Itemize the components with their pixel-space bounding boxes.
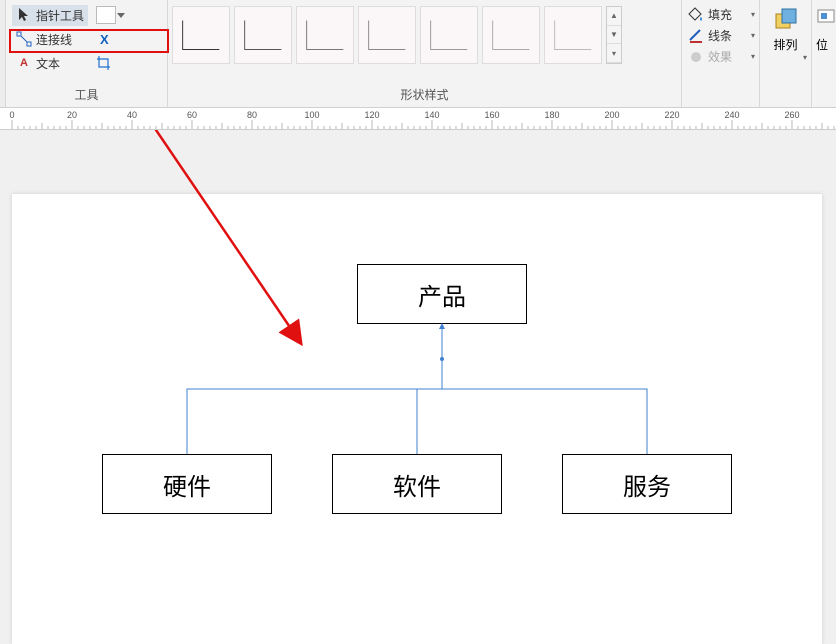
style-thumb[interactable] <box>234 6 292 64</box>
svg-text:60: 60 <box>187 110 197 120</box>
horizontal-ruler: 0 20 40 60 80 100 120 140 160 180 200 220 240 260 <box>0 108 836 130</box>
tools-group-label: 工具 <box>12 86 161 107</box>
text-icon: A <box>16 55 32 71</box>
styles-group-label: 形状样式 <box>172 86 677 107</box>
scroll-down-icon[interactable]: ▼ <box>607 26 621 45</box>
diagram-root-label: 产品 <box>418 277 466 312</box>
svg-text:140: 140 <box>424 110 439 120</box>
position-icon[interactable] <box>816 6 836 34</box>
style-thumb[interactable] <box>296 6 354 64</box>
format-group: 填充 ▾ 线条 ▾ 效果 ▾ <box>682 0 760 107</box>
style-thumb[interactable] <box>172 6 230 64</box>
line-icon <box>688 28 704 44</box>
line-button[interactable]: 线条 ▾ <box>688 27 755 44</box>
diagram-child-label: 软件 <box>393 467 441 502</box>
svg-text:20: 20 <box>67 110 77 120</box>
connector-tool-label: 连接线 <box>36 31 72 48</box>
svg-text:260: 260 <box>784 110 799 120</box>
scroll-up-icon[interactable]: ▲ <box>607 7 621 26</box>
chevron-down-icon: ▾ <box>803 53 807 62</box>
shape-fill-dropdown[interactable] <box>96 6 116 24</box>
svg-text:180: 180 <box>544 110 559 120</box>
arrange-label: 排列 <box>773 36 797 53</box>
svg-text:240: 240 <box>724 110 739 120</box>
arrange-icon[interactable] <box>772 6 800 34</box>
diagram: 产品 硬件 软件 服务 <box>12 194 822 644</box>
pointer-icon <box>16 7 32 23</box>
svg-text:220: 220 <box>664 110 679 120</box>
svg-text:80: 80 <box>247 110 257 120</box>
svg-text:40: 40 <box>127 110 137 120</box>
shape-styles-group: ▲ ▼ ▾ 形状样式 <box>168 0 682 107</box>
diagram-root-box[interactable]: 产品 <box>357 264 527 324</box>
effect-icon <box>688 49 704 65</box>
style-thumb[interactable] <box>420 6 478 64</box>
position-label: 位 <box>816 36 832 53</box>
connector-tool-button[interactable]: 连接线 <box>12 29 76 50</box>
diagram-child-label: 硬件 <box>163 467 211 502</box>
delete-x-icon[interactable]: X <box>100 32 109 47</box>
fill-button[interactable]: 填充 ▾ <box>688 6 755 23</box>
svg-text:160: 160 <box>484 110 499 120</box>
tools-group: 指针工具 连接线 X A 文本 工具 <box>6 0 168 107</box>
svg-text:120: 120 <box>364 110 379 120</box>
diagram-child-label: 服务 <box>623 467 671 502</box>
chevron-down-icon: ▾ <box>751 52 755 61</box>
connector-lines <box>12 194 822 644</box>
diagram-child-box[interactable]: 服务 <box>562 454 732 514</box>
text-tool-label: 文本 <box>36 55 60 72</box>
svg-text:200: 200 <box>604 110 619 120</box>
svg-text:100: 100 <box>304 110 319 120</box>
chevron-down-icon: ▾ <box>751 10 755 19</box>
fill-icon <box>688 7 704 23</box>
line-label: 线条 <box>708 27 732 44</box>
effect-button: 效果 ▾ <box>688 48 755 65</box>
pointer-tool-button[interactable]: 指针工具 <box>12 5 88 26</box>
pointer-tool-label: 指针工具 <box>36 7 84 24</box>
arrange-group: 排列 ▾ <box>760 0 812 107</box>
effect-label: 效果 <box>708 48 732 65</box>
canvas-area[interactable]: 产品 硬件 软件 服务 <box>0 130 836 644</box>
diagram-child-box[interactable]: 硬件 <box>102 454 272 514</box>
ribbon: 指针工具 连接线 X A 文本 工具 <box>0 0 836 108</box>
fill-label: 填充 <box>708 6 732 23</box>
text-tool-button[interactable]: A 文本 <box>12 53 64 74</box>
gallery-scroll[interactable]: ▲ ▼ ▾ <box>606 6 622 64</box>
chevron-down-icon: ▾ <box>751 31 755 40</box>
page[interactable]: 产品 硬件 软件 服务 <box>12 194 822 644</box>
crop-icon[interactable] <box>96 55 112 71</box>
position-group: 位 <box>812 0 836 107</box>
connector-icon <box>16 31 32 47</box>
diagram-child-box[interactable]: 软件 <box>332 454 502 514</box>
svg-text:0: 0 <box>9 110 14 120</box>
scroll-more-icon[interactable]: ▾ <box>607 44 621 63</box>
style-thumb[interactable] <box>544 6 602 64</box>
style-thumb[interactable] <box>358 6 416 64</box>
style-gallery: ▲ ▼ ▾ <box>172 6 677 64</box>
style-thumb[interactable] <box>482 6 540 64</box>
